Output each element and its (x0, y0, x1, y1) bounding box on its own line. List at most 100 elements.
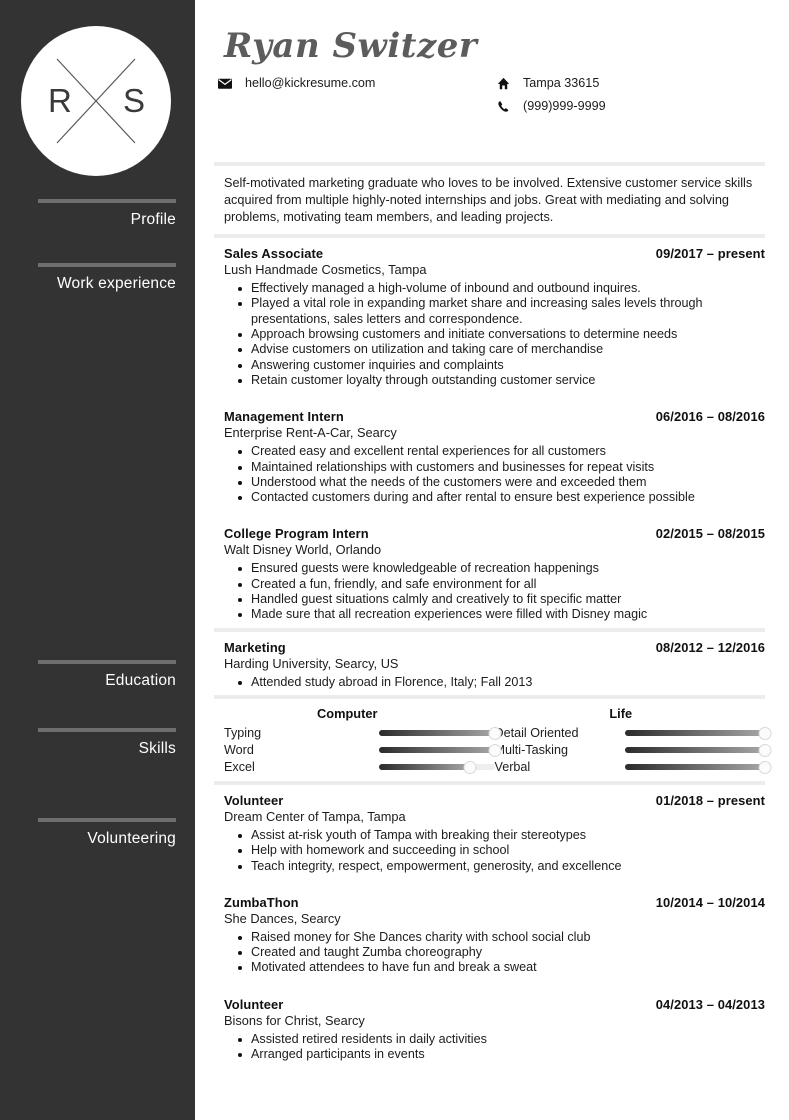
sidebar-label-skills: Skills (138, 740, 176, 757)
sidebar-label-profile: Profile (130, 211, 176, 228)
skill-level-slider[interactable] (379, 726, 501, 741)
logo-letter-right: S (122, 82, 145, 119)
skill-level-slider[interactable] (379, 760, 495, 775)
slider-fill (624, 730, 765, 737)
skill-row: Detail Oriented (495, 726, 772, 741)
skills-heading-life: Life (609, 705, 633, 721)
slider-knob[interactable] (758, 743, 772, 757)
sidebar-rule (38, 199, 176, 203)
home-icon (492, 77, 514, 90)
entry-bullet: Made sure that all recreation experience… (224, 607, 765, 622)
entry-bullet-list: Raised money for She Dances charity with… (224, 930, 765, 976)
section-education: Marketing 08/2012 – 12/2016 Harding Univer… (214, 627, 765, 690)
slider-knob[interactable] (488, 726, 501, 740)
skills-heading-computer: Computer (317, 705, 378, 721)
entry-bullet-list: Created easy and excellent rental experi… (224, 444, 765, 505)
entry-bullet-list: Assisted retired residents in daily acti… (224, 1032, 765, 1063)
slider-knob[interactable] (463, 760, 477, 774)
resume-entry: College Program Intern 02/2015 – 08/2015 W… (224, 517, 765, 622)
section-profile: Self-motivated marketing graduate who lo… (214, 162, 765, 234)
skill-name: Verbal (494, 760, 531, 775)
skill-row: Verbal (494, 760, 772, 775)
envelope-icon (214, 78, 236, 89)
entry-title: Sales Associate (224, 246, 324, 262)
entry-spacer (224, 874, 765, 886)
entry-bullet: Motivated attendees to have fun and brea… (224, 960, 765, 975)
skill-row: Typing (224, 726, 501, 741)
entry-date: 08/2012 – 12/2016 (655, 639, 765, 655)
profile-text: Self-motivated marketing graduate who lo… (224, 176, 753, 224)
skills-column-life: Detail Oriented Multi-Tasking Verbal (494, 726, 772, 775)
resume-entry: Volunteer 04/2013 – 04/2013 Bisons for Chr… (224, 988, 765, 1063)
entry-bullet: Created and taught Zumba choreography (224, 945, 765, 960)
sidebar-item-volunteering[interactable]: Volunteering (38, 818, 176, 848)
contact-phone[interactable]: (999)999-9999 (492, 96, 606, 116)
skills-column-headings: Computer Life (224, 706, 765, 721)
sidebar-item-skills[interactable]: Skills (38, 728, 176, 758)
entry-spacer (224, 388, 765, 400)
logo-circle: R S (21, 26, 171, 176)
volunteering-entries: Volunteer 01/2018 – present Dream Center o… (214, 785, 765, 1062)
slider-knob[interactable] (488, 743, 501, 757)
sidebar-item-profile[interactable]: Profile (38, 199, 176, 229)
resume-entry: ZumbaThon 10/2014 – 10/2014 She Dances, Se… (224, 886, 765, 976)
entry-bullet: Answering customer inquiries and complai… (224, 358, 765, 373)
contact-email-text: hello@kickresume.com (245, 76, 376, 91)
entry-title: Marketing (224, 639, 286, 655)
resume-entry: Volunteer 01/2018 – present Dream Center o… (224, 785, 765, 874)
entry-bullet: Created easy and excellent rental experi… (224, 444, 765, 459)
section-volunteering: Volunteer 01/2018 – present Dream Center o… (214, 780, 765, 1062)
entry-bullet: Created a fun, friendly, and safe enviro… (224, 577, 765, 592)
skill-level-slider[interactable] (624, 760, 772, 775)
logo-x-icon (56, 58, 136, 144)
entry-bullet: Contacted customers during and after ren… (224, 490, 765, 505)
entry-bullet-list: Ensured guests were knowledgeable of rec… (224, 561, 765, 622)
sidebar-rule (38, 263, 176, 267)
slider-knob[interactable] (758, 760, 772, 774)
entry-bullet: Arranged participants in events (224, 1047, 765, 1062)
sidebar-rule (38, 660, 176, 664)
sidebar-rule (38, 818, 176, 822)
skills-column-computer: Typing Word Excel (224, 726, 501, 775)
section-skills: Computer Life Typing Word Excel Detail Ori… (214, 694, 772, 781)
resume-page: R S Profile Work experience Education Sk… (0, 0, 789, 1120)
skill-row: Excel (224, 760, 495, 775)
entry-organization: Lush Handmade Cosmetics, Tampa (224, 262, 427, 278)
entry-bullet: Handled guest situations calmly and crea… (224, 592, 765, 607)
contact-column-right: Tampa 33615 (999)999-9999 (492, 73, 606, 116)
entry-organization: She Dances, Searcy (224, 910, 341, 926)
skill-level-slider[interactable] (624, 726, 772, 741)
section-work-experience: Sales Associate 09/2017 – present Lush Han… (214, 234, 765, 622)
resume-entry: Marketing 08/2012 – 12/2016 Harding Univer… (224, 632, 765, 690)
contact-phone-text: (999)999-9999 (523, 99, 606, 114)
candidate-name: Ryan Switzer (224, 26, 478, 66)
sidebar-item-work-experience[interactable]: Work experience (38, 263, 176, 293)
sidebar-rule (38, 728, 176, 732)
education-entries: Marketing 08/2012 – 12/2016 Harding Univer… (214, 632, 765, 690)
entry-organization: Dream Center of Tampa, Tampa (224, 808, 406, 824)
skill-level-slider[interactable] (379, 743, 501, 758)
entry-date: 06/2016 – 08/2016 (655, 409, 765, 425)
entry-bullet: Played a vital role in expanding market … (224, 296, 765, 327)
sidebar: R S Profile Work experience Education Sk… (0, 0, 195, 1120)
sidebar-item-education[interactable]: Education (38, 660, 176, 690)
skill-level-slider[interactable] (624, 743, 772, 758)
entry-bullet-list: Attended study abroad in Florence, Italy… (224, 675, 765, 690)
entry-organization: Enterprise Rent-A-Car, Searcy (224, 425, 397, 441)
entry-title: ZumbaThon (224, 894, 299, 910)
logo-letter-left: R (48, 82, 72, 119)
entry-bullet-list: Effectively managed a high-volume of inb… (224, 281, 765, 388)
entry-bullet: Understood what the needs of the custome… (224, 475, 765, 490)
skills-body: Computer Life Typing Word Excel Detail Ori… (214, 699, 772, 781)
sidebar-label-education: Education (105, 672, 176, 689)
resume-header: Ryan Switzer hello@kickresume.com Tampa … (214, 26, 765, 116)
entry-header: Marketing 08/2012 – 12/2016 (224, 640, 765, 655)
entry-title: Volunteer (224, 996, 284, 1012)
entry-header: College Program Intern 02/2015 – 08/2015 (224, 526, 765, 541)
phone-icon (492, 100, 514, 113)
slider-knob[interactable] (758, 726, 772, 740)
contact-email[interactable]: hello@kickresume.com (214, 73, 492, 93)
skill-name: Typing (224, 726, 262, 741)
main-content: Ryan Switzer hello@kickresume.com Tampa … (195, 0, 789, 1120)
resume-entry: Sales Associate 09/2017 – present Lush Han… (224, 238, 765, 388)
